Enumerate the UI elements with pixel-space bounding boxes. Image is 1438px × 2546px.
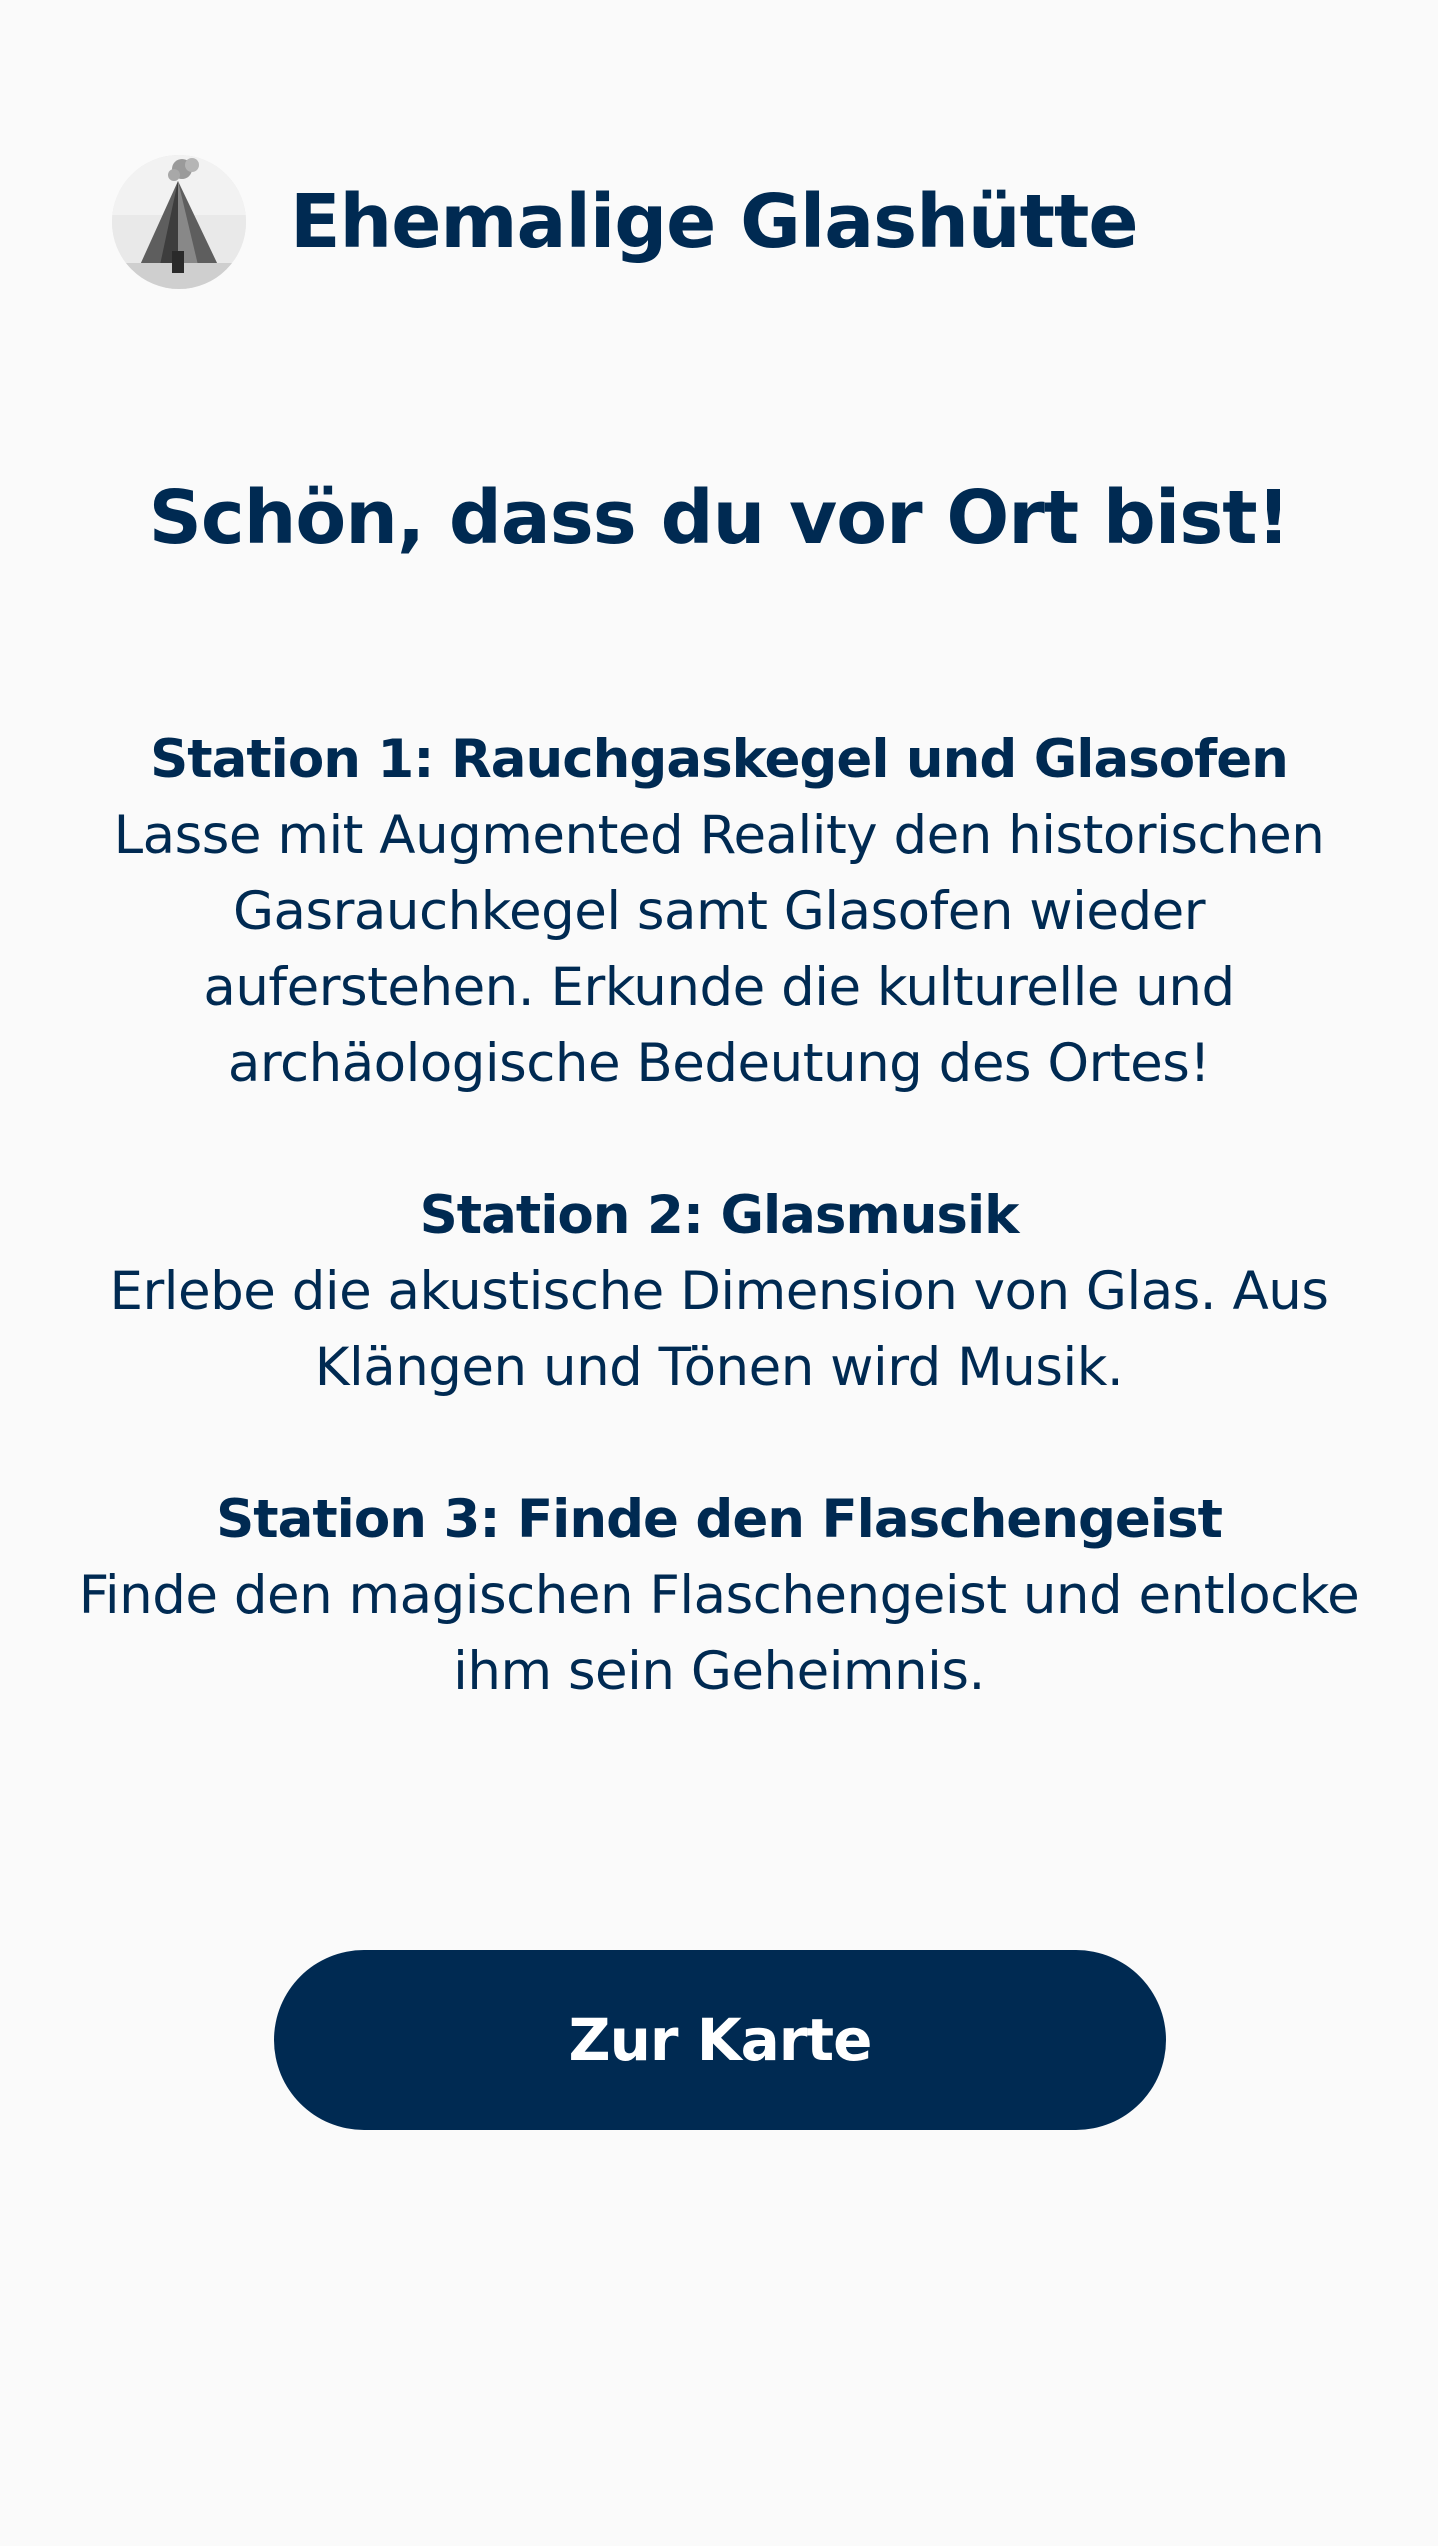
station-description: Erlebe die akustische Dimension von Glas… <box>109 1261 1329 1398</box>
station-title: Station 2: Glasmusik <box>419 1185 1020 1246</box>
station-item: Station 3: Finde den Flaschengeist Finde… <box>60 1482 1378 1710</box>
station-item: Station 1: Rauchgaskegel und Glasofen La… <box>60 722 1378 1102</box>
site-avatar <box>112 155 246 289</box>
page-title: Ehemalige Glashütte <box>290 179 1139 265</box>
header: Ehemalige Glashütte <box>112 155 1139 289</box>
station-item: Station 2: Glasmusik Erlebe die akustisc… <box>60 1178 1378 1406</box>
station-list: Station 1: Rauchgaskegel und Glasofen La… <box>60 722 1378 1786</box>
station-description: Lasse mit Augmented Reality den historis… <box>113 805 1325 1094</box>
station-title: Station 1: Rauchgaskegel und Glasofen <box>150 729 1289 790</box>
station-title: Station 3: Finde den Flaschengeist <box>216 1489 1223 1550</box>
station-description: Finde den magischen Flaschengeist und en… <box>78 1565 1360 1702</box>
greeting-heading: Schön, dass du vor Ort bist! <box>148 475 1291 561</box>
to-map-button[interactable]: Zur Karte <box>274 1950 1166 2130</box>
glass-cone-photo-icon <box>112 155 246 289</box>
